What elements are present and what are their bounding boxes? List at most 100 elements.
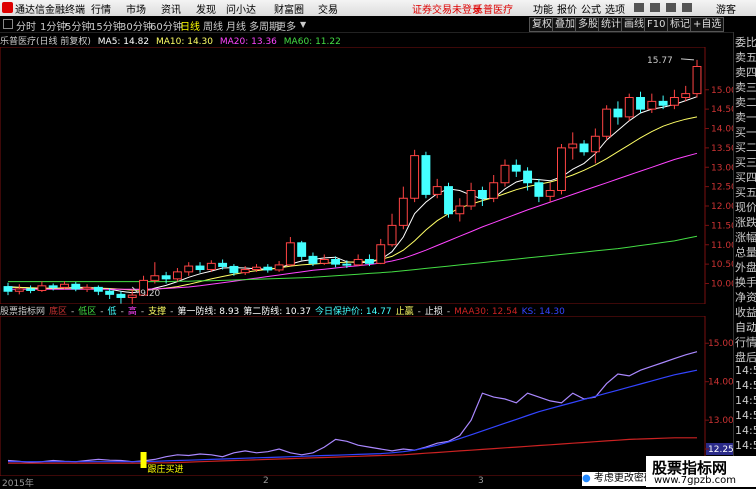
side-panel-item: 收益 <box>735 306 756 319</box>
y-tick-label: 11.00 <box>711 241 733 251</box>
candle-body <box>636 97 645 110</box>
indicator-chart[interactable]: 跟庄买进 15.0014.0013.0012.2511.00 <box>0 316 733 476</box>
candle-body <box>669 97 679 106</box>
guest-user[interactable]: 游客 <box>716 1 736 16</box>
side-panel-item: 买三 <box>735 156 756 169</box>
candle-body <box>172 271 182 280</box>
side-panel-item: 买四 <box>735 171 756 184</box>
candle-body <box>105 290 115 295</box>
menu-item-quotes[interactable]: 行情 <box>91 1 111 16</box>
restore-icon[interactable] <box>650 3 660 12</box>
menu-item-quote[interactable]: 报价 <box>557 1 577 16</box>
low-annotation-label: 9.20 <box>140 289 160 299</box>
side-panel-item: 14:5 <box>735 424 756 437</box>
candle-body <box>195 265 205 271</box>
add-watchlist-button[interactable]: +自选 <box>690 17 725 32</box>
y-tick-label: 13.00 <box>711 163 733 173</box>
candle-body <box>127 294 137 298</box>
current-stock-name: 乐普医疗 <box>473 5 513 16</box>
candle-body <box>432 186 442 195</box>
trade-login-status[interactable]: 证券交易未登录 <box>412 1 482 16</box>
candle-body <box>116 293 126 298</box>
period-60min[interactable]: 60分钟 <box>150 18 183 33</box>
period-monthly[interactable]: 月线 <box>226 18 246 33</box>
side-panel-item: 委比 <box>735 36 756 49</box>
f10-button[interactable]: F10 <box>644 17 669 32</box>
side-panel-item: 卖四 <box>735 66 756 79</box>
candle-body <box>376 244 386 264</box>
date-label-feb: 2 <box>263 476 269 486</box>
indicator-chart-frame <box>0 316 706 476</box>
side-panel-item: 盘后 <box>735 351 756 364</box>
y-tick-label: 11.50 <box>711 221 733 231</box>
side-panel-item: 总量 <box>735 246 756 259</box>
password-tip-label: 考虑更改密码 <box>593 473 646 484</box>
period-menu-icon[interactable] <box>3 19 13 29</box>
candle-body <box>331 258 341 265</box>
candle-body <box>444 186 453 215</box>
candle-body <box>364 258 374 264</box>
candle-body <box>421 155 431 195</box>
menu-item-discover[interactable]: 发现 <box>196 1 216 16</box>
minimize-icon[interactable] <box>634 3 644 12</box>
period-1min[interactable]: 1分钟 <box>40 18 66 33</box>
main-chart-frame <box>0 47 706 304</box>
candle-body <box>568 143 578 149</box>
ma-legend: 乐普医疗(日线 前复权) MA5: 14.82 MA10: 14.30 MA20… <box>0 34 345 47</box>
candle-body <box>82 286 92 290</box>
candle-body <box>692 66 702 95</box>
candle-body <box>534 182 544 197</box>
period-15min[interactable]: 15分钟 <box>90 18 123 33</box>
candle-body <box>466 190 476 207</box>
candle-body <box>590 135 600 153</box>
shield-icon: ● <box>582 473 591 484</box>
period-more[interactable]: 更多 <box>276 18 296 33</box>
period-5min[interactable]: 5分钟 <box>65 18 91 33</box>
side-panel-item: 卖一 <box>735 111 756 124</box>
menu-item-wealth[interactable]: 财富圈 <box>274 1 304 16</box>
candle-body <box>500 164 510 184</box>
candle-body <box>218 262 228 267</box>
candle-body <box>285 242 295 266</box>
candle-body <box>353 258 363 266</box>
y-tick-label: 15.00 <box>708 339 733 349</box>
candle-body <box>602 108 612 137</box>
period-intraday[interactable]: 分时 <box>16 18 36 33</box>
candle-body <box>263 266 273 271</box>
candle-body <box>26 288 36 291</box>
menu-item-news[interactable]: 资讯 <box>161 1 181 16</box>
menu-item-market[interactable]: 市场 <box>126 1 146 16</box>
candlestick-chart[interactable]: 15.77 9.20 15.00 14.50 14.00 13.50 13.00 12.50… <box>0 47 733 304</box>
candle-body <box>71 283 81 290</box>
menu-item-function[interactable]: 功能 <box>533 1 553 16</box>
period-30min[interactable]: 30分钟 <box>120 18 153 33</box>
candle-body <box>37 285 47 291</box>
more-dropdown-icon[interactable]: ▼ <box>300 20 306 29</box>
ma5-label: MA5: 14.82 <box>97 37 150 47</box>
candle-body <box>489 182 499 199</box>
top-menu-bar: 通达信金融终端 行情 市场 资讯 发现 问小达 财富圈 交易 证券交易未登录 乐… <box>0 0 756 16</box>
period-multi[interactable]: 多周期 <box>249 18 279 33</box>
menu-item-trade[interactable]: 交易 <box>318 1 338 16</box>
menu-item-formula[interactable]: 公式 <box>581 1 601 16</box>
side-panel-item: 买五 <box>735 186 756 199</box>
candle-body <box>297 242 307 257</box>
period-daily[interactable]: 日线 <box>180 18 200 33</box>
candle-body <box>647 100 657 110</box>
indicator-series-line <box>7 351 698 464</box>
candle-body <box>398 197 408 226</box>
candle-body <box>319 258 329 264</box>
menu-item-ask[interactable]: 问小达 <box>226 1 256 16</box>
candle-body <box>3 286 13 292</box>
period-weekly[interactable]: 周线 <box>203 18 223 33</box>
close-icon[interactable] <box>682 3 692 12</box>
indicator-series-line <box>8 369 698 463</box>
menu-item-options[interactable]: 选项 <box>605 1 625 16</box>
password-tip[interactable]: ● 考虑更改密码 <box>582 472 646 486</box>
y-tick-label: 13.00 <box>708 416 733 426</box>
indicator-legend: 股票指标网 底区 - 低区 - 低 - 高 - 支撑 - 第一防线: 8.93 第二防线: 10.37 今… <box>0 304 733 317</box>
layout-icon[interactable] <box>666 3 676 12</box>
ma20-line <box>8 152 698 290</box>
side-panel-item: 14:5 <box>735 379 756 392</box>
candle-body <box>455 205 465 215</box>
